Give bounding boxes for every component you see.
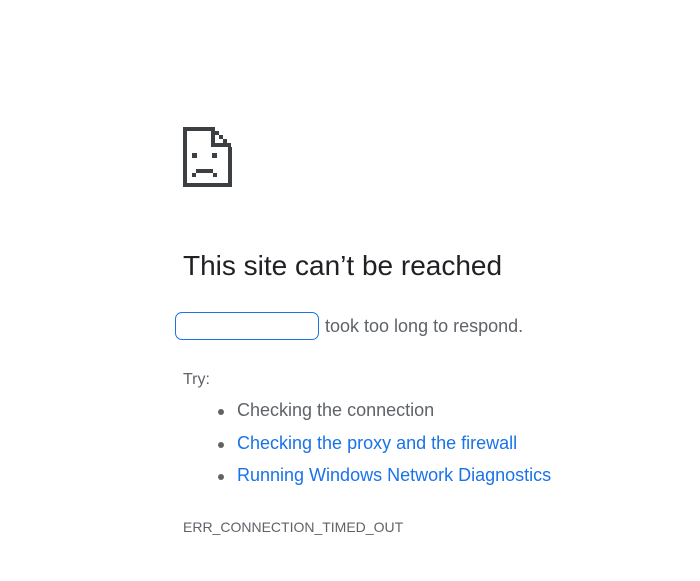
- bullet: [218, 474, 224, 480]
- error-code: ERR_CONNECTION_TIMED_OUT: [183, 519, 404, 535]
- network-diagnostics-link[interactable]: Running Windows Network Diagnostics: [237, 465, 551, 486]
- host-name-box: [175, 312, 319, 340]
- bullet: [218, 441, 224, 448]
- page-title: This site can’t be reached: [183, 250, 503, 281]
- bullet: [218, 409, 224, 415]
- check-proxy-firewall-link[interactable]: Checking the proxy and the firewall: [237, 433, 517, 454]
- sad-page-icon: [183, 127, 232, 187]
- suggestion-label: Checking the connection: [237, 400, 435, 420]
- try-label: Try:: [183, 371, 210, 388]
- error-message: took too long to respond.: [325, 316, 524, 336]
